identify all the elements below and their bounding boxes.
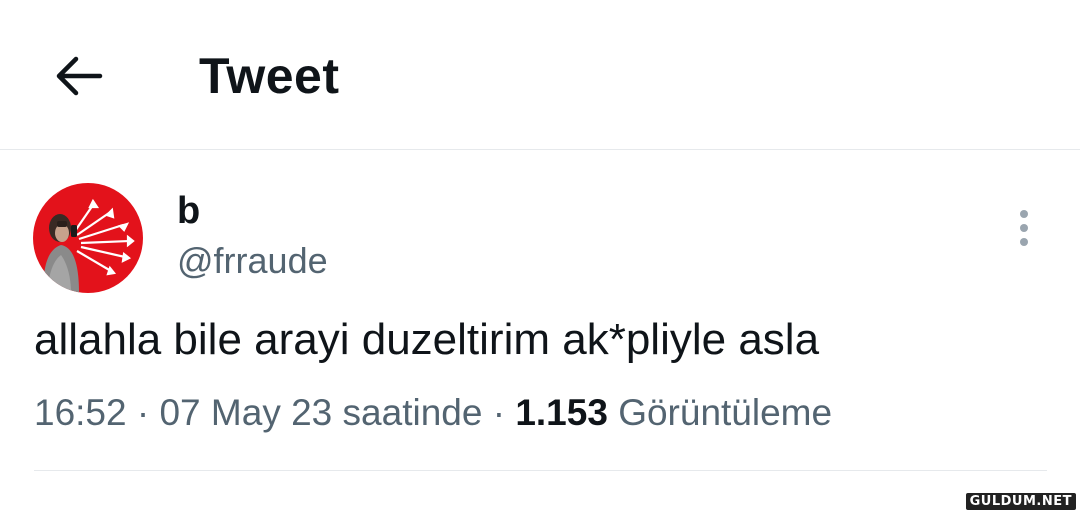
back-button[interactable] <box>48 48 108 104</box>
meta-separator: · <box>136 392 150 433</box>
tweet-meta: 16:52 · 07 May 23 saatinde · 1.153 Görün… <box>34 388 832 438</box>
more-options-button[interactable] <box>1002 205 1046 251</box>
views-label: Görüntüleme <box>618 392 833 433</box>
top-bar: Tweet <box>0 0 1080 150</box>
tweet-date[interactable]: 07 May 23 saatinde <box>159 392 482 433</box>
watermark-logo: GULDUM.NET <box>965 493 1076 510</box>
arrow-left-icon <box>56 56 103 96</box>
display-name[interactable]: b <box>177 188 200 234</box>
meta-separator: · <box>492 392 506 433</box>
tweet-text: allahla bile arayi duzeltirim ak*pliyle … <box>34 315 820 364</box>
user-handle[interactable]: @frraude <box>177 238 328 284</box>
tweet-time[interactable]: 16:52 <box>34 392 127 433</box>
tweet-page: Tweet b @frraude allahla bile arayi duze… <box>0 0 1080 514</box>
avatar-image <box>33 183 143 293</box>
views-count: 1.153 <box>515 392 608 433</box>
more-vertical-icon <box>1020 210 1028 246</box>
divider <box>34 470 1047 471</box>
avatar[interactable] <box>33 183 143 293</box>
page-title: Tweet <box>199 48 340 104</box>
